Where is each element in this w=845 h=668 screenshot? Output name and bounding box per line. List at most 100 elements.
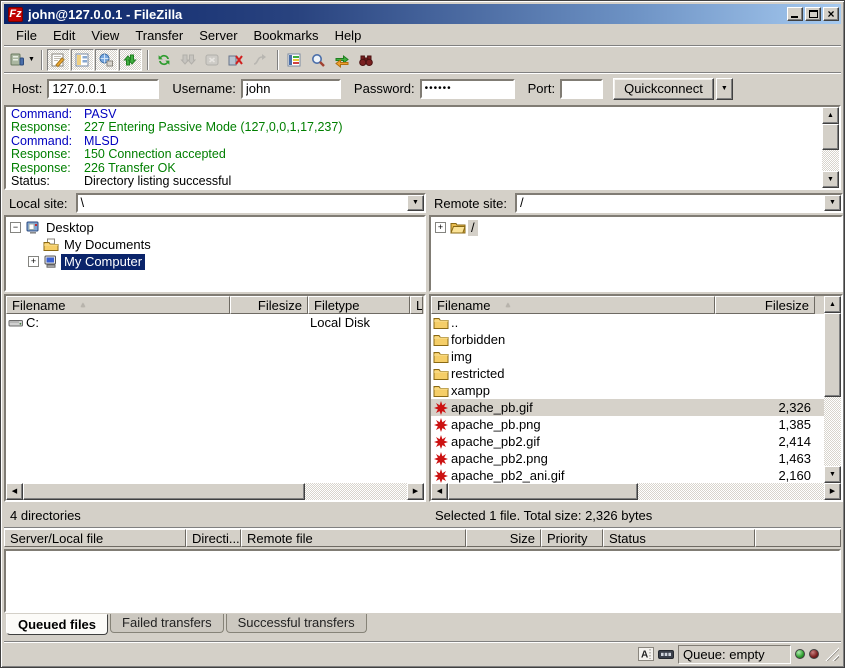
- password-input[interactable]: [420, 79, 515, 99]
- column-header-size[interactable]: Size: [466, 529, 541, 547]
- column-header-priority[interactable]: Priority: [541, 529, 603, 547]
- toggle-log-icon: [50, 52, 66, 68]
- sync-browse-button[interactable]: [331, 49, 354, 71]
- window-title: john@127.0.0.1 - FileZilla: [28, 7, 787, 22]
- port-input[interactable]: [560, 79, 603, 99]
- chevron-down-icon[interactable]: ▼: [407, 195, 424, 211]
- file-name: xampp: [451, 383, 490, 398]
- toggle-local-tree-button[interactable]: [71, 49, 94, 71]
- scrollbar-thumb[interactable]: [448, 483, 638, 500]
- column-header-filesize[interactable]: Filesize: [230, 296, 308, 314]
- filter-button[interactable]: [283, 49, 306, 71]
- tab-failed-transfers[interactable]: Failed transfers: [110, 614, 224, 633]
- site-manager-button[interactable]: ▼: [8, 49, 36, 71]
- file-type: Local Disk: [308, 315, 410, 330]
- file-row-apache-pb2-ani-gif[interactable]: apache_pb2_ani.gif2,160: [431, 467, 824, 483]
- file-name-cell: img: [431, 349, 715, 365]
- remote-site-combo[interactable]: / ▼: [515, 193, 843, 213]
- disconnect-button[interactable]: [225, 49, 248, 71]
- chevron-down-icon[interactable]: ▼: [824, 195, 841, 211]
- remote-vscrollbar[interactable]: ▲ ▼: [824, 296, 841, 483]
- column-header-status[interactable]: Status: [603, 529, 755, 547]
- toggle-queue-button[interactable]: [119, 49, 142, 71]
- column-header-label: Filename: [12, 298, 65, 313]
- collapse-icon[interactable]: −: [10, 222, 21, 233]
- column-header-filename[interactable]: Filename▲: [6, 296, 230, 314]
- file-row-item[interactable]: ..: [431, 314, 824, 331]
- file-row-apache-pb2-png[interactable]: apache_pb2.png1,463: [431, 450, 824, 467]
- log-scrollbar[interactable]: ▲ ▼: [822, 107, 839, 188]
- menu-item-bookmarks[interactable]: Bookmarks: [246, 27, 327, 45]
- toggle-remote-tree-button[interactable]: [95, 49, 118, 71]
- title-bar[interactable]: Fz john@127.0.0.1 - FileZilla ×: [4, 4, 841, 24]
- resize-grip[interactable]: [825, 647, 839, 661]
- local-file-list: Filename▲FilesizeFiletypeL C:Local Disk …: [4, 294, 426, 502]
- menu-item-help[interactable]: Help: [327, 27, 370, 45]
- minimize-icon: [791, 16, 798, 18]
- column-header-l[interactable]: L: [410, 296, 423, 314]
- file-row-apache-pb-png[interactable]: apache_pb.png1,385: [431, 416, 824, 433]
- quickconnect-dropdown-button[interactable]: ▼: [716, 78, 733, 100]
- remote-hscrollbar[interactable]: ◀ ▶: [431, 483, 841, 500]
- scroll-right-icon[interactable]: ▶: [824, 483, 841, 500]
- tree-item-label: /: [468, 220, 478, 236]
- column-header-server-local-file[interactable]: Server/Local file: [4, 529, 186, 547]
- file-row-c[interactable]: C:Local Disk: [6, 314, 424, 331]
- file-name-cell: apache_pb2_ani.gif: [431, 468, 715, 484]
- host-input[interactable]: [47, 79, 159, 99]
- scrollbar-thumb[interactable]: [824, 313, 841, 397]
- quickconnect-button[interactable]: Quickconnect: [613, 78, 714, 100]
- menu-item-server[interactable]: Server: [191, 27, 245, 45]
- close-button[interactable]: ×: [823, 7, 839, 21]
- refresh-button[interactable]: [153, 49, 176, 71]
- local-site-combo[interactable]: \ ▼: [76, 193, 426, 213]
- maximize-button[interactable]: [805, 7, 821, 21]
- menu-item-file[interactable]: File: [8, 27, 45, 45]
- folder-icon: [433, 383, 449, 399]
- scroll-up-icon[interactable]: ▲: [824, 296, 841, 313]
- menu-item-view[interactable]: View: [83, 27, 127, 45]
- file-row-img[interactable]: img: [431, 348, 824, 365]
- scrollbar-thumb[interactable]: [23, 483, 305, 500]
- scroll-down-icon[interactable]: ▼: [822, 171, 839, 188]
- column-header-directi[interactable]: Directi...: [186, 529, 241, 547]
- chevron-down-icon[interactable]: ▼: [28, 50, 35, 70]
- scrollbar-thumb[interactable]: [822, 124, 839, 150]
- menu-item-edit[interactable]: Edit: [45, 27, 83, 45]
- compare-button[interactable]: [307, 49, 330, 71]
- file-name-cell: apache_pb.png: [431, 417, 715, 433]
- cancel-button[interactable]: [201, 49, 224, 71]
- file-row-apache-pb-gif[interactable]: apache_pb.gif2,326: [431, 399, 824, 416]
- local-hscrollbar[interactable]: ◀ ▶: [6, 483, 424, 500]
- menu-item-transfer[interactable]: Transfer: [127, 27, 191, 45]
- scroll-down-icon[interactable]: ▼: [824, 466, 841, 483]
- column-header-filename[interactable]: Filename▲: [431, 296, 715, 314]
- tree-item-item[interactable]: +/: [431, 219, 841, 236]
- tree-item-desktop[interactable]: −Desktop: [6, 219, 424, 236]
- scroll-left-icon[interactable]: ◀: [431, 483, 448, 500]
- scroll-up-icon[interactable]: ▲: [822, 107, 839, 124]
- column-header-label: Size: [510, 531, 535, 546]
- file-row-xampp[interactable]: xampp: [431, 382, 824, 399]
- process-queue-button[interactable]: [177, 49, 200, 71]
- scroll-left-icon[interactable]: ◀: [6, 483, 23, 500]
- expand-icon[interactable]: +: [28, 256, 39, 267]
- scroll-right-icon[interactable]: ▶: [407, 483, 424, 500]
- tab-queued-files[interactable]: Queued files: [6, 614, 108, 635]
- minimize-button[interactable]: [787, 7, 803, 21]
- file-row-apache-pb2-gif[interactable]: apache_pb2.gif2,414: [431, 433, 824, 450]
- toggle-log-button[interactable]: [47, 49, 70, 71]
- file-row-restricted[interactable]: restricted: [431, 365, 824, 382]
- reconnect-button[interactable]: [249, 49, 272, 71]
- column-header-filesize[interactable]: Filesize: [715, 296, 815, 314]
- column-header-remote-file[interactable]: Remote file: [241, 529, 466, 547]
- column-header-filetype[interactable]: Filetype: [308, 296, 410, 314]
- expand-icon[interactable]: +: [435, 222, 446, 233]
- username-input[interactable]: [241, 79, 341, 99]
- find-files-button[interactable]: [355, 49, 378, 71]
- tree-item-my-documents[interactable]: My Documents: [6, 236, 424, 253]
- file-row-forbidden[interactable]: forbidden: [431, 331, 824, 348]
- remote-site-value: /: [517, 195, 824, 211]
- tree-item-my-computer[interactable]: +My Computer: [6, 253, 424, 270]
- tab-successful-transfers[interactable]: Successful transfers: [226, 614, 367, 633]
